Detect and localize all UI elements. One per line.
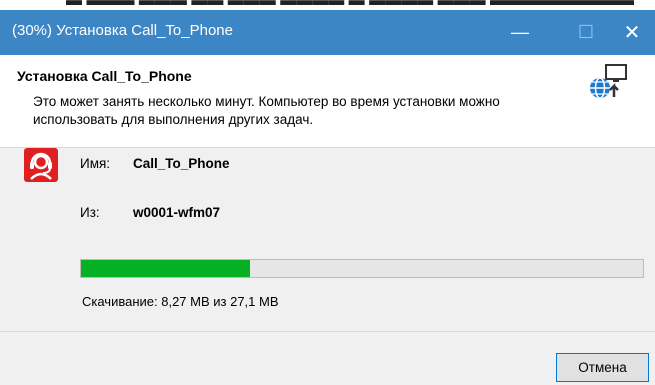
- source-label: Из:: [80, 205, 100, 220]
- close-button[interactable]: ✕: [609, 10, 655, 55]
- cancel-button[interactable]: Отмена: [556, 353, 649, 382]
- download-status: Скачивание: 8,27 MB из 27,1 MB: [82, 294, 279, 309]
- close-icon: ✕: [623, 22, 641, 44]
- window-title: (30%) Установка Call_To_Phone: [12, 22, 233, 39]
- minimize-button[interactable]: —: [497, 10, 543, 55]
- header-description: Это может занять несколько минут. Компью…: [33, 94, 500, 127]
- background-window-text: ▬ ▬▬▬ ▬▬▬ ▬▬ ▬▬▬ ▬▬▬▬ ▬ ▬▬▬▬ ▬▬▬ ▬▬▬▬▬▬▬…: [66, 0, 635, 9]
- footer-divider: [0, 331, 655, 332]
- title-bar: (30%) Установка Call_To_Phone — ☐ ✕: [0, 10, 655, 55]
- source-value: w0001-wfm07: [133, 205, 221, 220]
- name-label: Имя:: [80, 156, 111, 171]
- maximize-button[interactable]: ☐: [563, 10, 609, 55]
- header-panel: Установка Call_To_Phone Это может занять…: [0, 55, 655, 148]
- maximize-icon: ☐: [577, 22, 595, 42]
- headset-person-icon: [24, 148, 58, 182]
- download-progress-bar: [80, 259, 644, 278]
- progress-fill: [81, 260, 250, 277]
- globe-install-icon: [590, 64, 627, 99]
- name-value: Call_To_Phone: [133, 156, 230, 171]
- minimize-icon: —: [511, 22, 529, 42]
- installer-window: (30%) Установка Call_To_Phone — ☐ ✕ Уста…: [0, 10, 655, 385]
- header-title: Установка Call_To_Phone: [17, 68, 192, 84]
